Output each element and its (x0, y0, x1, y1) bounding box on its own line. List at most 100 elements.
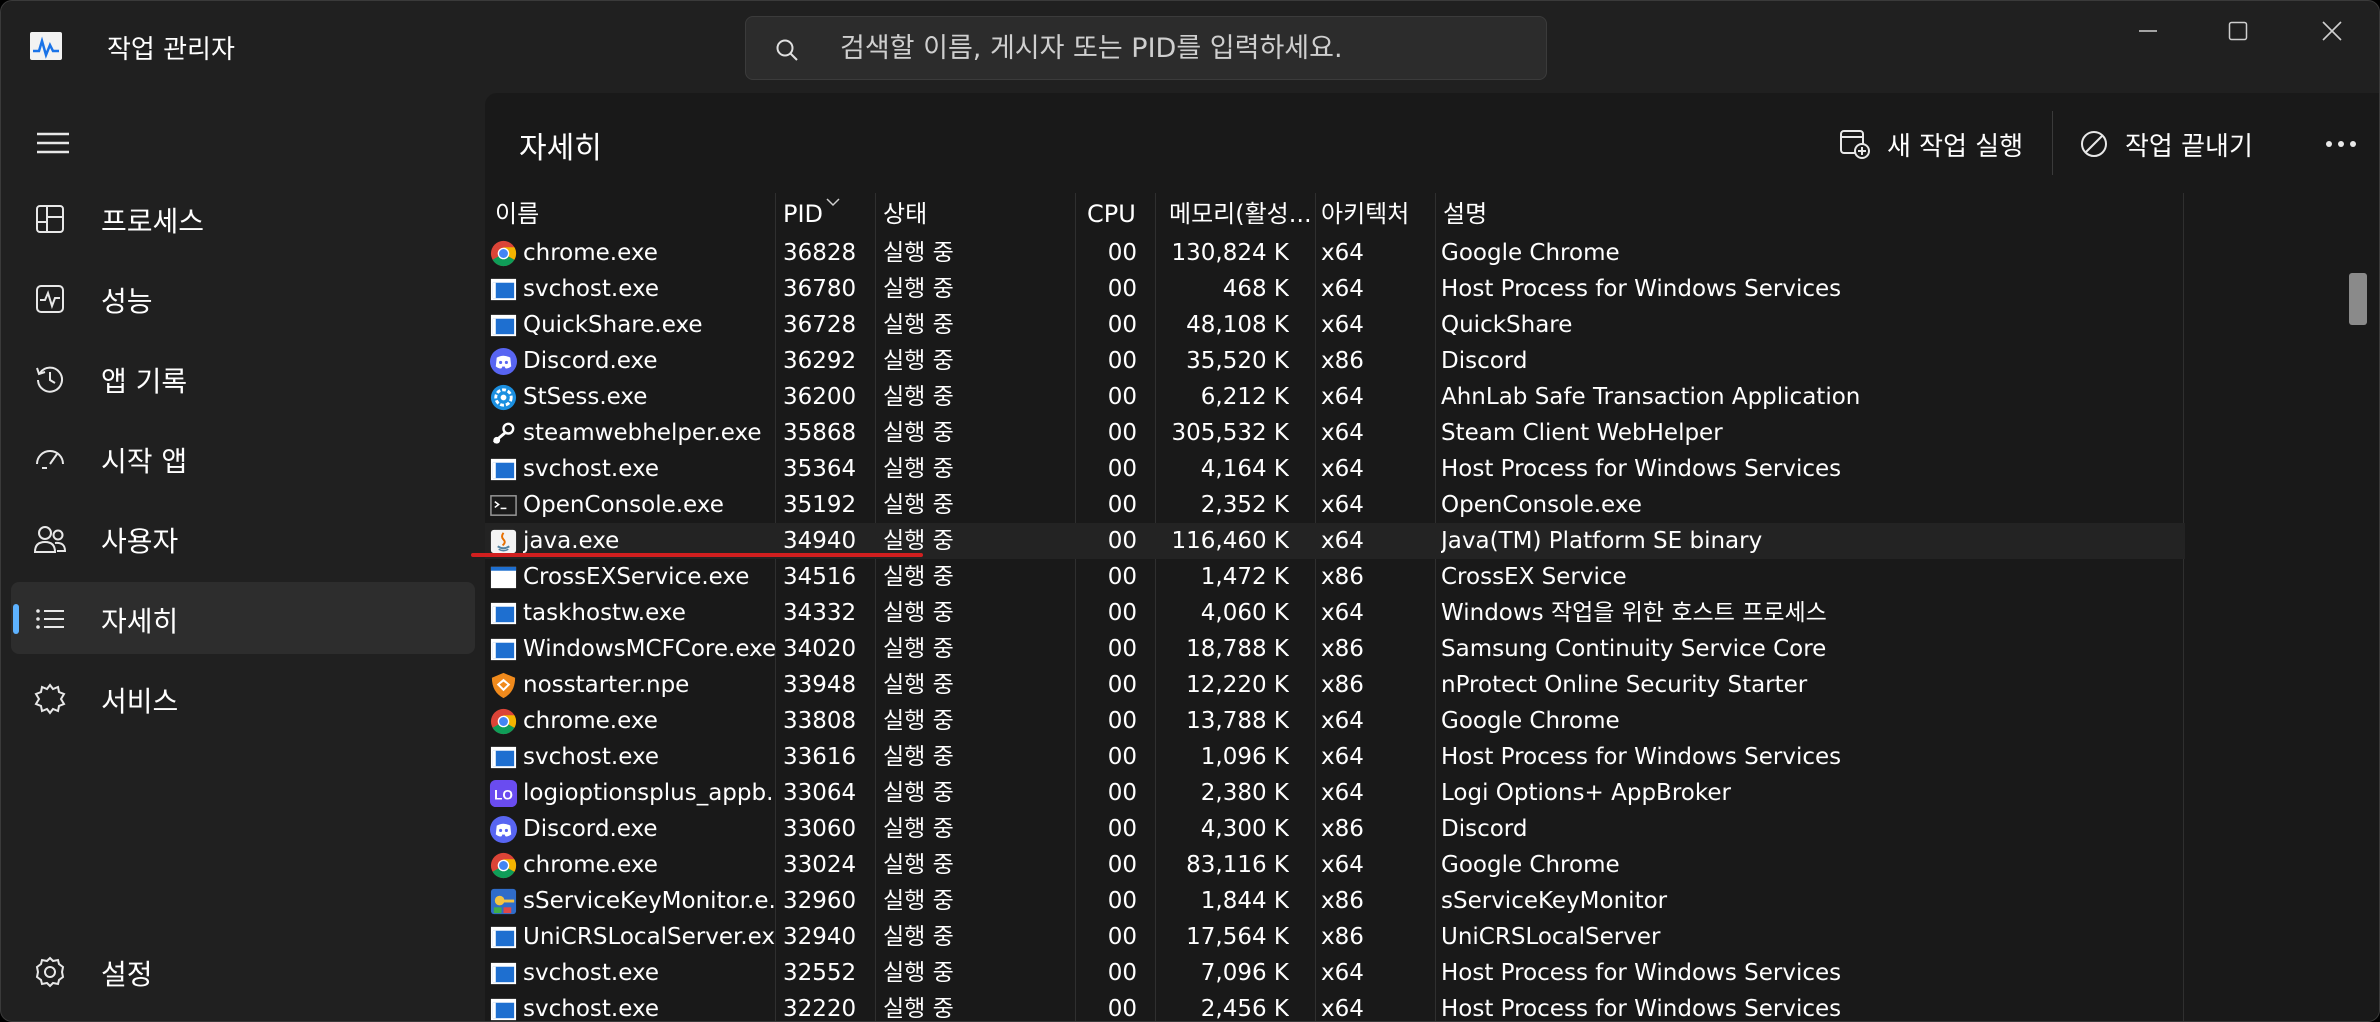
maximize-button[interactable] (2193, 1, 2283, 61)
process-memory: 1,844 K (1200, 888, 1289, 914)
process-memory: 48,108 K (1186, 312, 1289, 338)
table-row[interactable]: nosstarter.npe 33948 실행 중 00 12,220 K x86 nPro… (485, 667, 2185, 703)
sidebar-item-performance[interactable]: 성능 (11, 262, 475, 334)
sidebar-item-app-history[interactable]: 앱 기록 (11, 342, 475, 414)
table-row[interactable]: chrome.exe 33808 실행 중 00 13,788 K x64 Google C… (485, 703, 2185, 739)
users-icon (33, 526, 67, 553)
process-memory: 1,096 K (1200, 744, 1289, 770)
table-row[interactable]: svchost.exe 33616 실행 중 00 1,096 K x64 Host Pro… (485, 739, 2185, 775)
processes-icon (36, 205, 64, 233)
discord-process-icon (489, 347, 518, 376)
process-memory: 17,564 K (1186, 924, 1289, 950)
table-row[interactable]: steamwebhelper.exe 35868 실행 중 00 305,532 K x6… (485, 415, 2185, 451)
table-row[interactable]: svchost.exe 36780 실행 중 00 468 K x64 Host Proce… (485, 271, 2185, 307)
sidebar-item-details[interactable]: 자세히 (11, 582, 475, 654)
table-row[interactable]: LO logioptionsplus_appb... 33064 실행 중 00 2,38… (485, 775, 2185, 811)
table-row[interactable]: sServiceKeyMonitor.e... 32960 실행 중 00 1,844 … (485, 883, 2185, 919)
minimize-button[interactable] (2103, 1, 2193, 61)
table-row[interactable]: chrome.exe 36828 실행 중 00 130,824 K x64 Google … (485, 235, 2185, 271)
column-header-pid[interactable]: PID (783, 193, 841, 235)
end-task-icon (2081, 131, 2107, 157)
process-description: Google Chrome (1441, 852, 1620, 878)
column-header-architecture[interactable]: 아키텍처 (1321, 193, 1409, 235)
generic-process-icon (489, 311, 518, 340)
process-description: Google Chrome (1441, 708, 1620, 734)
details-icon (36, 609, 64, 629)
table-row[interactable]: UniCRSLocalServer.exe 32940 실행 중 00 17,564 K… (485, 919, 2185, 955)
process-status: 실행 중 (883, 276, 954, 302)
process-description: Host Process for Windows Services (1441, 744, 1842, 770)
process-pid: 33616 (783, 744, 857, 770)
table-row[interactable]: taskhostw.exe 34332 실행 중 00 4,060 K x64 Window… (485, 595, 2185, 631)
table-row[interactable]: OpenConsole.exe 35192 실행 중 00 2,352 K x64 Open… (485, 487, 2185, 523)
search-icon (776, 39, 798, 61)
minimize-icon (2139, 30, 2157, 32)
column-header-description[interactable]: 설명 (1443, 193, 1487, 235)
chrome-process-icon (489, 239, 518, 268)
column-header-name[interactable]: 이름 (495, 193, 539, 235)
column-header-cpu[interactable]: CPU (1087, 193, 1136, 235)
process-description: Host Process for Windows Services (1441, 996, 1842, 1022)
process-name: sServiceKeyMonitor.e... (523, 888, 775, 914)
sort-descending-icon (826, 198, 840, 207)
hamburger-menu-icon[interactable] (31, 123, 75, 163)
process-pid: 33064 (783, 780, 857, 806)
table-row[interactable]: QuickShare.exe 36728 실행 중 00 48,108 K x64 Quic… (485, 307, 2185, 343)
table-row[interactable]: svchost.exe 35364 실행 중 00 4,164 K x64 Host Pro… (485, 451, 2185, 487)
process-description: UniCRSLocalServer (1441, 924, 1661, 950)
process-cpu: 00 (1107, 672, 1137, 698)
end-task-label: 작업 끝내기 (2125, 131, 2253, 162)
process-architecture: x64 (1321, 996, 1364, 1022)
vertical-scrollbar-thumb[interactable] (2349, 273, 2367, 325)
search-box[interactable] (745, 16, 1547, 80)
sidebar-item-startup-apps[interactable]: 시작 앱 (11, 422, 475, 494)
table-row[interactable]: chrome.exe 33024 실행 중 00 83,116 K x64 Google C… (485, 847, 2185, 883)
column-header-status[interactable]: 상태 (883, 193, 927, 235)
process-description: Java(TM) Platform SE binary (1441, 528, 1763, 554)
process-architecture: x64 (1321, 960, 1364, 986)
table-row[interactable]: svchost.exe 32552 실행 중 00 7,096 K x64 Host Pro… (485, 955, 2185, 991)
process-architecture: x64 (1321, 384, 1364, 410)
java-process-icon (489, 527, 518, 556)
process-memory: 12,220 K (1186, 672, 1289, 698)
process-pid: 33808 (783, 708, 857, 734)
table-row[interactable]: StSess.exe 36200 실행 중 00 6,212 K x64 AhnLab Sa… (485, 379, 2185, 415)
close-button[interactable] (2287, 1, 2377, 61)
details-panel: 자세히 새 작업 실행 작업 끝내기 이름 PID 상태 CPU 메모리(활성.… (485, 93, 2379, 1022)
sidebar-item-processes[interactable]: 프로세스 (11, 182, 475, 254)
process-memory: 18,788 K (1186, 636, 1289, 662)
column-header-memory[interactable]: 메모리(활성... (1169, 193, 1312, 235)
process-memory: 83,116 K (1186, 852, 1289, 878)
process-cpu: 00 (1107, 528, 1137, 554)
more-options-icon[interactable] (2321, 129, 2361, 159)
process-cpu: 00 (1107, 780, 1137, 806)
sidebar-item-users[interactable]: 사용자 (11, 502, 475, 574)
search-input[interactable] (840, 17, 1530, 79)
process-name: svchost.exe (523, 960, 660, 986)
run-new-task-button[interactable]: 새 작업 실행 (1839, 121, 2023, 167)
table-row[interactable]: CrossEXService.exe 34516 실행 중 00 1,472 K x86 C… (485, 559, 2185, 595)
discord-process-icon (489, 815, 518, 844)
sidebar-item-services[interactable]: 서비스 (11, 662, 475, 734)
process-memory: 35,520 K (1186, 348, 1289, 374)
process-status: 실행 중 (883, 492, 954, 518)
process-architecture: x64 (1321, 780, 1364, 806)
table-row[interactable]: Discord.exe 33060 실행 중 00 4,300 K x86 Discord (485, 811, 2185, 847)
table-row[interactable]: Discord.exe 36292 실행 중 00 35,520 K x86 Discord (485, 343, 2185, 379)
process-status: 실행 중 (883, 672, 954, 698)
process-pid: 34020 (783, 636, 857, 662)
process-pid: 33948 (783, 672, 857, 698)
sidebar-item-settings[interactable]: 설정 (11, 935, 475, 1007)
process-name: svchost.exe (523, 456, 660, 482)
generic-process-icon (489, 995, 518, 1021)
process-pid: 35868 (783, 420, 857, 446)
process-cpu: 00 (1107, 420, 1137, 446)
generic-process-icon (489, 743, 518, 772)
process-memory: 6,212 K (1200, 384, 1289, 410)
settings-gear-icon (35, 956, 65, 988)
process-memory: 2,380 K (1200, 780, 1289, 806)
process-description: Host Process for Windows Services (1441, 276, 1842, 302)
end-task-button[interactable]: 작업 끝내기 (2079, 121, 2253, 167)
table-row[interactable]: WindowsMCFCore.exe 34020 실행 중 00 18,788 K x86… (485, 631, 2185, 667)
table-row[interactable]: svchost.exe 32220 실행 중 00 2,456 K x64 Host Pro… (485, 991, 2185, 1022)
